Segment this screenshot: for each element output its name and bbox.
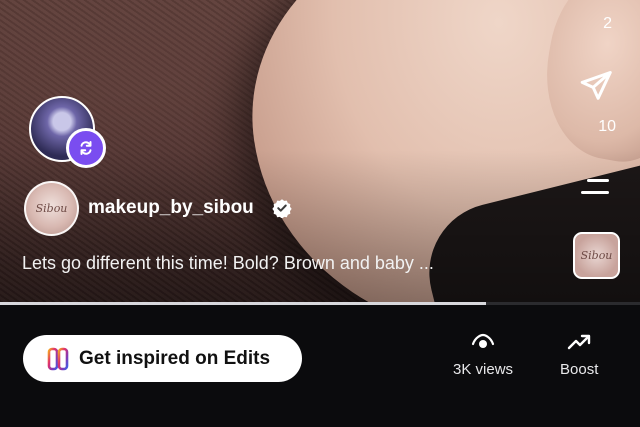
caption[interactable]: Lets go different this time! Bold? Brown…: [22, 253, 434, 274]
boost-label: Boost: [560, 361, 599, 378]
trending-up-icon: [567, 334, 591, 350]
menu-icon[interactable]: [579, 177, 613, 197]
profile-logo-text: Sibou: [35, 202, 68, 215]
boost-button[interactable]: Boost: [560, 333, 598, 378]
edits-button-label: Get inspired on Edits: [79, 347, 271, 369]
action-count-top: 2: [603, 15, 612, 32]
video-shade: [0, 150, 640, 302]
share-count: 10: [598, 118, 616, 135]
verified-icon: [272, 199, 292, 218]
thumb-logo-text: Sibou: [580, 249, 613, 262]
audio-thumbnail[interactable]: Sibou: [573, 232, 620, 279]
playback-progress[interactable]: [0, 302, 640, 305]
video-frame[interactable]: Sibou makeup_by_sibou Lets go different …: [0, 0, 640, 302]
send-icon[interactable]: [578, 68, 614, 104]
edits-button[interactable]: Get inspired on Edits: [23, 335, 302, 382]
views-stat[interactable]: 3K views: [453, 333, 513, 378]
username[interactable]: makeup_by_sibou: [88, 197, 254, 219]
views-label: 3K views: [453, 361, 514, 378]
edits-logo-icon: [47, 347, 69, 370]
eye-icon: [471, 333, 495, 348]
playback-progress-fill: [0, 302, 487, 305]
remix-icon[interactable]: [66, 128, 106, 168]
profile-avatar[interactable]: Sibou: [24, 181, 79, 236]
